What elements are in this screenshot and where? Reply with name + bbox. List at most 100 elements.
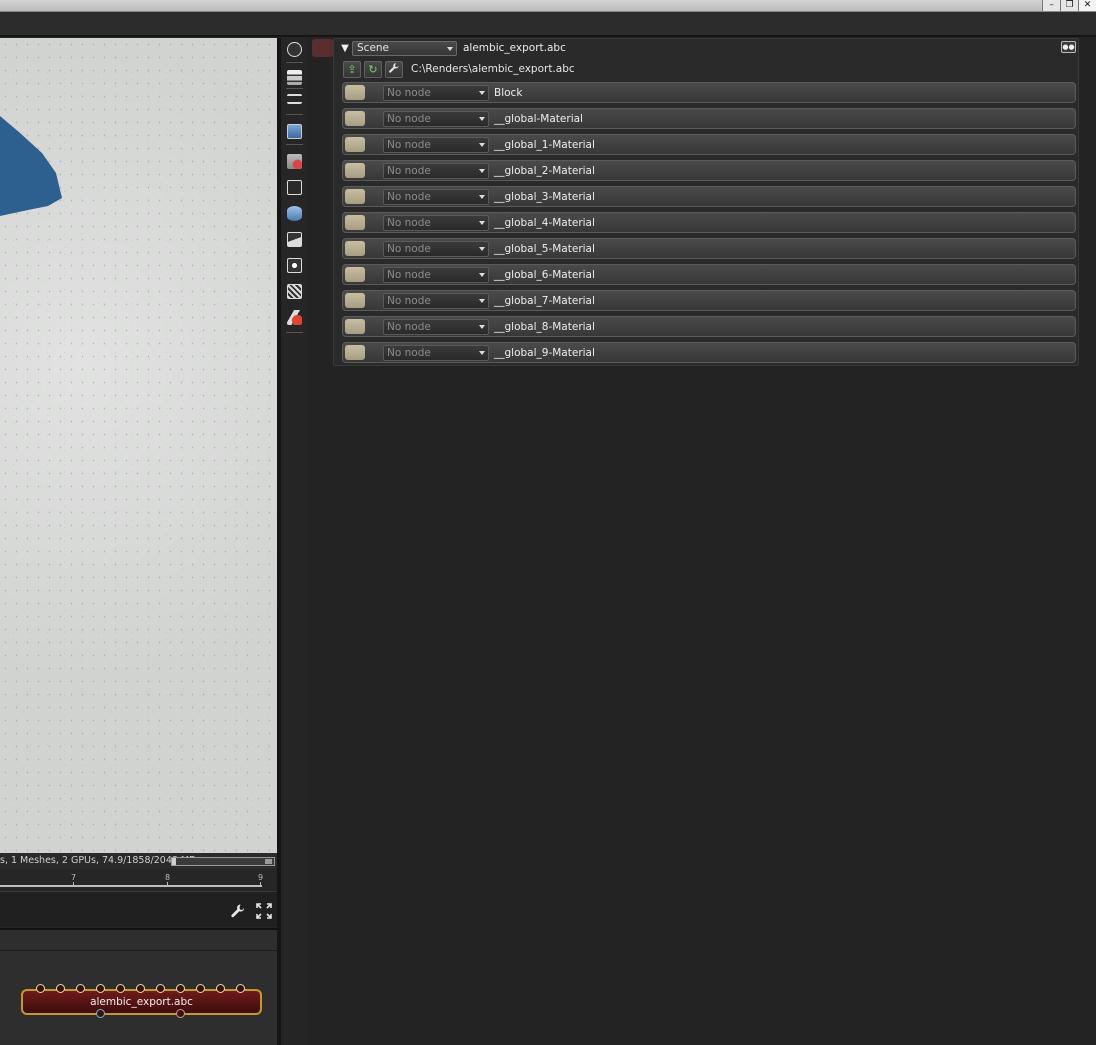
close-button[interactable]: ✕ bbox=[1078, 0, 1096, 11]
wrench-icon[interactable] bbox=[230, 903, 246, 919]
node-input-pin[interactable] bbox=[116, 984, 125, 993]
node-graph[interactable]: alembic_export.abc bbox=[0, 950, 277, 1045]
camera-settings-icon[interactable] bbox=[287, 42, 302, 57]
node-label: alembic_export.abc bbox=[90, 996, 193, 1008]
fullscreen-icon[interactable] bbox=[256, 903, 272, 919]
node-input-pin[interactable] bbox=[56, 984, 65, 993]
material-swatch[interactable] bbox=[345, 293, 365, 308]
scene-select-value: Scene bbox=[357, 41, 390, 54]
scene-header: ▼ Scene alembic_export.abc bbox=[338, 40, 566, 56]
material-swatch[interactable] bbox=[345, 137, 365, 152]
toolbar-separator bbox=[286, 88, 303, 89]
material-row: No node __global_4-Material bbox=[342, 212, 1076, 233]
menu-bar bbox=[0, 12, 1096, 37]
material-node-select[interactable]: No node bbox=[383, 85, 489, 101]
file-path-row: ⇪ ↻ C:\Renders\alembic_export.abc bbox=[343, 60, 575, 78]
material-node-select[interactable]: No node bbox=[383, 293, 489, 309]
node-input-pin[interactable] bbox=[196, 984, 205, 993]
node-input-pin[interactable] bbox=[96, 984, 105, 993]
node-input-pin[interactable] bbox=[76, 984, 85, 993]
material-node-select[interactable]: No node bbox=[383, 319, 489, 335]
panel-tab[interactable] bbox=[312, 39, 333, 57]
material-swatch[interactable] bbox=[345, 345, 365, 360]
display-icon[interactable] bbox=[287, 180, 302, 195]
material-row: No node Block bbox=[342, 82, 1076, 103]
restore-button[interactable]: ❐ bbox=[1060, 0, 1078, 11]
chevron-down-icon bbox=[479, 143, 485, 147]
material-node-select[interactable]: No node bbox=[383, 345, 489, 361]
material-row: No node __global_1-Material bbox=[342, 134, 1076, 155]
rendered-blue-object bbox=[0, 116, 62, 216]
timeline[interactable]: 7 8 9 bbox=[0, 869, 277, 891]
material-row: No node __global_5-Material bbox=[342, 238, 1076, 259]
material-swatch[interactable] bbox=[345, 111, 365, 126]
material-swatch[interactable] bbox=[345, 267, 365, 282]
wrench-icon bbox=[389, 62, 399, 73]
material-node-select[interactable]: No node bbox=[383, 267, 489, 283]
material-row: No node __global_3-Material bbox=[342, 186, 1076, 207]
node-input-pin[interactable] bbox=[216, 984, 225, 993]
node-graph-header bbox=[0, 928, 277, 950]
upload-icon: ⇪ bbox=[347, 62, 357, 76]
material-name: __global_4-Material bbox=[494, 217, 595, 229]
material-swatch[interactable] bbox=[345, 163, 365, 178]
material-name: __global_6-Material bbox=[494, 269, 595, 281]
material-name: __global_2-Material bbox=[494, 165, 595, 177]
reload-button[interactable]: ↻ bbox=[364, 60, 382, 78]
node-input-pin[interactable] bbox=[36, 984, 45, 993]
node-input-pin[interactable] bbox=[156, 984, 165, 993]
material-node-select-value: No node bbox=[387, 347, 431, 359]
material-node-select[interactable]: No node bbox=[383, 137, 489, 153]
load-file-button[interactable]: ⇪ bbox=[343, 60, 361, 78]
render-status-bar: s, 1 Meshes, 2 GPUs, 74.9/1858/2048 MB bbox=[0, 853, 277, 869]
material-name: __global_5-Material bbox=[494, 243, 595, 255]
node-input-pin[interactable] bbox=[136, 984, 145, 993]
file-path-text: C:\Renders\alembic_export.abc bbox=[411, 63, 575, 75]
material-node-select[interactable]: No node bbox=[383, 163, 489, 179]
material-node-select-value: No node bbox=[387, 217, 431, 229]
material-node-select[interactable]: No node bbox=[383, 241, 489, 257]
material-name: __global_7-Material bbox=[494, 295, 595, 307]
camera-icon[interactable] bbox=[287, 154, 302, 169]
node-input-pin[interactable] bbox=[176, 984, 185, 993]
material-swatch[interactable] bbox=[345, 241, 365, 256]
database-icon[interactable] bbox=[287, 206, 302, 221]
material-node-select-value: No node bbox=[387, 269, 431, 281]
material-swatch[interactable] bbox=[345, 319, 365, 334]
toolbar-separator bbox=[286, 144, 303, 145]
picture-icon[interactable] bbox=[287, 232, 302, 247]
chevron-down-icon bbox=[479, 91, 485, 95]
alembic-node[interactable]: alembic_export.abc bbox=[21, 989, 262, 1015]
material-icon[interactable] bbox=[287, 310, 302, 325]
minimize-button[interactable]: – bbox=[1042, 0, 1060, 11]
material-name: __global_8-Material bbox=[494, 321, 595, 333]
scene-select[interactable]: Scene bbox=[352, 40, 457, 56]
chevron-down-icon bbox=[479, 117, 485, 121]
material-node-select[interactable]: No node bbox=[383, 189, 489, 205]
render-viewport[interactable] bbox=[0, 38, 277, 853]
image-icon[interactable] bbox=[287, 124, 302, 139]
window-controls: – ❐ ✕ bbox=[1042, 0, 1096, 11]
texture-icon[interactable] bbox=[287, 284, 302, 299]
material-swatch[interactable] bbox=[345, 189, 365, 204]
collapse-triangle-icon[interactable]: ▼ bbox=[338, 43, 352, 54]
gpu-memory-end bbox=[265, 859, 272, 864]
node-output-pin[interactable] bbox=[176, 1009, 185, 1018]
node-output-pin[interactable] bbox=[96, 1009, 105, 1018]
chevron-down-icon bbox=[479, 273, 485, 277]
window-title-bar: – ❐ ✕ bbox=[0, 0, 1096, 12]
panel-options-icon[interactable]: ●● bbox=[1061, 41, 1076, 53]
render-layers-icon[interactable] bbox=[287, 70, 302, 85]
file-settings-button[interactable] bbox=[385, 60, 403, 78]
material-swatch[interactable] bbox=[345, 85, 365, 100]
timeline-ruler[interactable] bbox=[0, 885, 262, 887]
material-node-select[interactable]: No node bbox=[383, 111, 489, 127]
node-input-pin[interactable] bbox=[236, 984, 245, 993]
light-icon[interactable] bbox=[287, 258, 302, 273]
material-swatch[interactable] bbox=[345, 215, 365, 230]
material-node-select[interactable]: No node bbox=[383, 215, 489, 231]
passes-icon[interactable] bbox=[287, 94, 302, 104]
scene-name: alembic_export.abc bbox=[463, 42, 566, 54]
material-name: __global_9-Material bbox=[494, 347, 595, 359]
toolbar-separator bbox=[286, 114, 303, 115]
